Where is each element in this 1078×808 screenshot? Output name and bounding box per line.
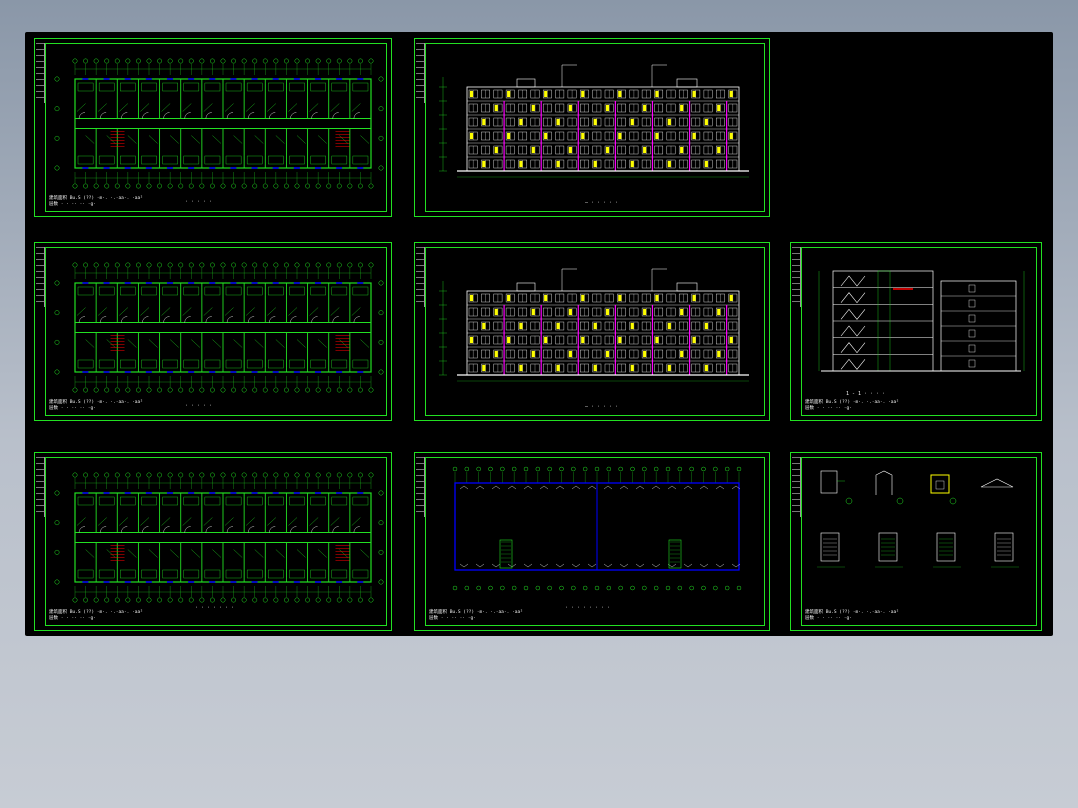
sheet-caption: — · · · · · xyxy=(585,200,619,206)
sheet-floor-plan-3[interactable]: · · · · · · · 建筑面积 Bu.S (??) ·m·. ·.·aa·… xyxy=(34,452,392,631)
sheet-note: 建筑面积 Bu.S (??) ·m·. ·.·aa·. ·aa² 层数 · · … xyxy=(805,610,899,621)
roof-plan-drawing xyxy=(452,466,742,591)
section-drawing xyxy=(818,270,1025,372)
sheet-note: 建筑面积 Bu.S (??) ·m·. ·.·aa·. ·aa² 层数 · · … xyxy=(429,610,523,621)
elevation-drawing xyxy=(439,268,749,382)
sheet-floor-plan-2[interactable]: · · · · · 建筑面积 Bu.S (??) ·m·. ·.·aa·. ·a… xyxy=(34,242,392,421)
sheet-elevation-2[interactable]: — · · · · · xyxy=(414,242,770,421)
sheet-elevation-1[interactable]: — · · · · · xyxy=(414,38,770,217)
details-drawing xyxy=(817,470,1019,568)
sheet-caption: · · · · · xyxy=(185,199,213,205)
sheet-caption: 1 - 1 · · · · xyxy=(846,391,886,397)
sheet-section[interactable]: 1 - 1 · · · · 建筑面积 Bu.S (??) ·m·. ·.·aa·… xyxy=(790,242,1042,421)
sheet-roof-plan[interactable]: · · · · · · · · 建筑面积 Bu.S (??) ·m·. ·.·a… xyxy=(414,452,770,631)
sheet-note: 建筑面积 Bu.S (??) ·m·. ·.·aa·. ·aa² 层数 · · … xyxy=(805,400,899,411)
drawing-canvas: · · · · · 建筑面积 Bu.S (??) ·m·. ·.·aa·. ·a… xyxy=(25,32,1053,636)
sheet-caption: · · · · · · · · xyxy=(565,605,611,611)
floor-plan-drawing xyxy=(54,262,384,393)
sheet-caption: — · · · · · xyxy=(585,404,619,410)
sheet-note: 建筑面积 Bu.S (??) ·m·. ·.·aa·. ·aa² 层数 · · … xyxy=(49,196,143,207)
elevation-drawing xyxy=(439,64,749,178)
sheet-caption: · · · · · xyxy=(185,403,213,409)
floor-plan-drawing xyxy=(54,58,384,189)
sheet-details[interactable]: 建筑面积 Bu.S (??) ·m·. ·.·aa·. ·aa² 层数 · · … xyxy=(790,452,1042,631)
floor-plan-drawing xyxy=(54,472,384,603)
sheet-floor-plan-1[interactable]: · · · · · 建筑面积 Bu.S (??) ·m·. ·.·aa·. ·a… xyxy=(34,38,392,217)
sheet-note: 建筑面积 Bu.S (??) ·m·. ·.·aa·. ·aa² 层数 · · … xyxy=(49,400,143,411)
sheet-caption: · · · · · · · xyxy=(195,605,235,611)
sheet-note: 建筑面积 Bu.S (??) ·m·. ·.·aa·. ·aa² 层数 · · … xyxy=(49,610,143,621)
